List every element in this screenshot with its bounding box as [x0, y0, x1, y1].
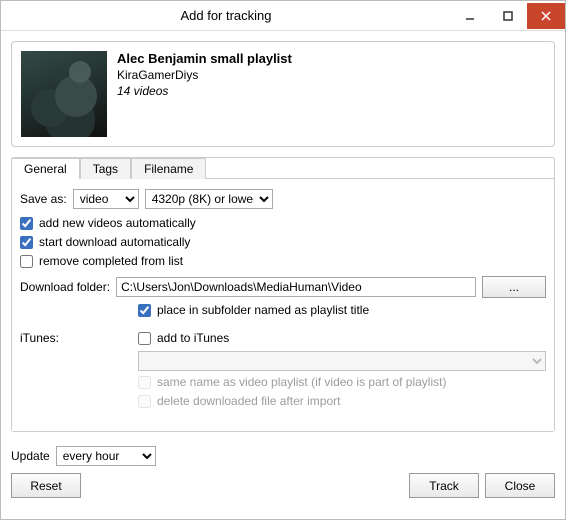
remove-completed-checkbox[interactable]	[20, 255, 33, 268]
close-button[interactable]	[527, 3, 565, 29]
playlist-author: KiraGamerDiys	[117, 68, 292, 82]
start-download-label: start download automatically	[39, 235, 190, 249]
titlebar: Add for tracking	[1, 1, 565, 31]
delete-after-import-checkbox	[138, 395, 151, 408]
download-folder-label: Download folder:	[20, 280, 110, 294]
same-name-checkbox	[138, 376, 151, 389]
add-new-videos-label: add new videos automatically	[39, 216, 196, 230]
delete-after-import-label: delete downloaded file after import	[157, 394, 340, 408]
tab-body-general: Save as: video 4320p (8K) or lower add n…	[12, 178, 554, 431]
subfolder-checkbox[interactable]	[138, 304, 151, 317]
close-dialog-button[interactable]: Close	[485, 473, 555, 498]
tabs-bar: General Tags Filename	[11, 157, 554, 178]
tab-filename[interactable]: Filename	[131, 158, 206, 179]
window-title: Add for tracking	[1, 8, 451, 23]
start-download-checkbox[interactable]	[20, 236, 33, 249]
playlist-info-box: Alec Benjamin small playlist KiraGamerDi…	[11, 41, 555, 147]
tabs-container: General Tags Filename Save as: video 432…	[11, 157, 555, 432]
update-label: Update	[11, 449, 50, 463]
download-folder-input[interactable]	[116, 277, 476, 297]
quality-select[interactable]: 4320p (8K) or lower	[145, 189, 273, 209]
update-interval-select[interactable]: every hour	[56, 446, 156, 466]
playlist-title: Alec Benjamin small playlist	[117, 51, 292, 66]
tab-tags[interactable]: Tags	[80, 158, 131, 179]
add-to-itunes-label: add to iTunes	[157, 331, 229, 345]
track-button[interactable]: Track	[409, 473, 479, 498]
add-new-videos-checkbox[interactable]	[20, 217, 33, 230]
maximize-button[interactable]	[489, 3, 527, 29]
save-as-label: Save as:	[20, 192, 67, 206]
subfolder-label: place in subfolder named as playlist tit…	[157, 303, 369, 317]
playlist-thumbnail	[21, 51, 107, 137]
tab-general[interactable]: General	[11, 158, 80, 179]
remove-completed-label: remove completed from list	[39, 254, 183, 268]
reset-button[interactable]: Reset	[11, 473, 81, 498]
same-name-label: same name as video playlist (if video is…	[157, 375, 446, 389]
minimize-button[interactable]	[451, 3, 489, 29]
itunes-label: iTunes:	[20, 331, 132, 413]
itunes-playlist-select	[138, 351, 546, 371]
playlist-video-count: 14 videos	[117, 84, 292, 98]
format-select[interactable]: video	[73, 189, 139, 209]
window-controls	[451, 3, 565, 29]
browse-button[interactable]: ...	[482, 276, 546, 298]
add-to-itunes-checkbox[interactable]	[138, 332, 151, 345]
